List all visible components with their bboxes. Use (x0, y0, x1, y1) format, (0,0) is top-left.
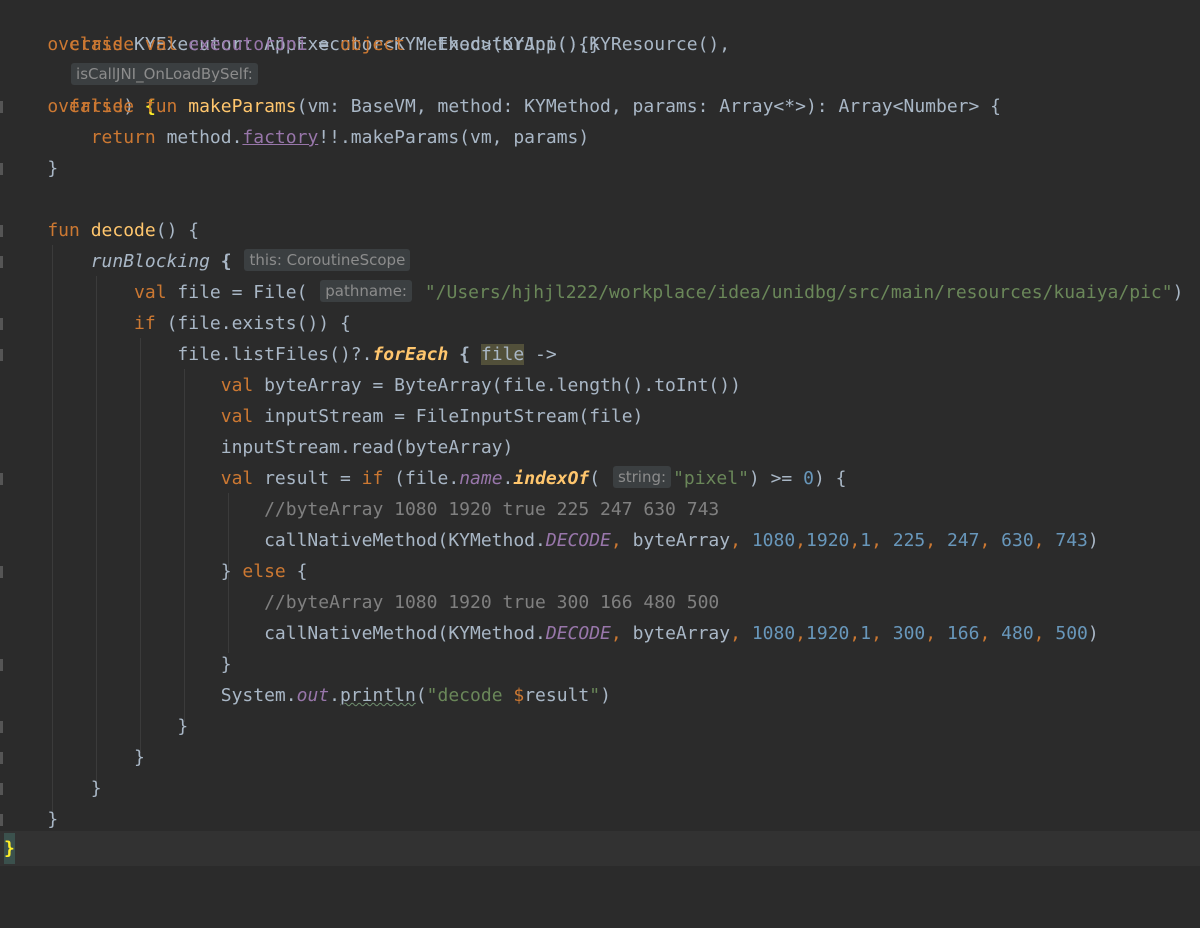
matched-brace[interactable]: } (4, 833, 15, 864)
code-line[interactable]: } (0, 153, 1200, 184)
code-line[interactable]: callNativeMethod(KYMethod.DECODE, byteAr… (0, 618, 1200, 649)
code-line[interactable]: //byteArray 1080 1920 true 300 166 480 5… (0, 587, 1200, 618)
code-line[interactable]: val byteArray = ByteArray(file.length().… (0, 370, 1200, 401)
code-line[interactable]: } (0, 649, 1200, 680)
code-line[interactable]: } else { (0, 556, 1200, 587)
code-line[interactable]: } (0, 773, 1200, 804)
code-line[interactable]: } (0, 711, 1200, 742)
gutter-marker (0, 566, 3, 578)
gutter-marker (0, 473, 3, 485)
code-line[interactable]: return method.factory!!.makeParams(vm, p… (0, 122, 1200, 153)
string-literal: "/Users/hjhjl222/workplace/idea/unidbg/s… (424, 282, 1173, 303)
parameter-hint: this: CoroutineScope (244, 249, 411, 271)
code-line[interactable]: //byteArray 1080 1920 true 225 247 630 7… (0, 494, 1200, 525)
code-editor[interactable]: class KYExecutor: AppExecutor<KYMethod>(… (0, 0, 1200, 866)
code-line[interactable]: runBlocking { this: CoroutineScope (0, 246, 1200, 277)
gutter-marker (0, 318, 3, 330)
parameter-hint: isCallJNI_OnLoadBySelf: (71, 63, 258, 85)
gutter-marker (0, 256, 3, 268)
lambda-param-highlight: file (480, 344, 525, 365)
code-line[interactable]: val result = if (file.name.indexOf( stri… (0, 463, 1200, 494)
gutter-marker (0, 721, 3, 733)
code-line[interactable]: callNativeMethod(KYMethod.DECODE, byteAr… (0, 525, 1200, 556)
code-line[interactable]: } (0, 742, 1200, 773)
code-line[interactable]: if (file.exists()) { (0, 308, 1200, 339)
code-line[interactable]: fun decode() { (0, 215, 1200, 246)
code-line[interactable]: override fun makeParams(vm: BaseVM, meth… (0, 91, 1200, 122)
gutter-marker (0, 783, 3, 795)
gutter-marker (0, 814, 3, 826)
code-line[interactable]: System.out.println("decode $result") (0, 680, 1200, 711)
code-line[interactable]: val inputStream = FileInputStream(file) (0, 401, 1200, 432)
gutter-marker (0, 349, 3, 361)
gutter-marker (0, 659, 3, 671)
string-literal: "pixel" (673, 468, 749, 489)
gutter-marker (0, 163, 3, 175)
code-line[interactable]: val file = File( pathname: "/Users/hjhjl… (0, 277, 1200, 308)
parameter-hint: pathname: (320, 280, 412, 302)
code-line[interactable]: file.listFiles()?.forEach { file -> (0, 339, 1200, 370)
gutter-marker (0, 101, 3, 113)
code-line[interactable]: inputStream.read(byteArray) (0, 432, 1200, 463)
code-line[interactable]: class KYExecutor: AppExecutor<KYMethod>(… (0, 0, 1200, 117)
code-line[interactable]: override val executorJni = object : Exec… (0, 29, 1200, 60)
gutter-marker (0, 225, 3, 237)
gutter-marker (0, 752, 3, 764)
current-line-highlight (0, 831, 1200, 866)
parameter-hint: string: (612, 466, 672, 488)
